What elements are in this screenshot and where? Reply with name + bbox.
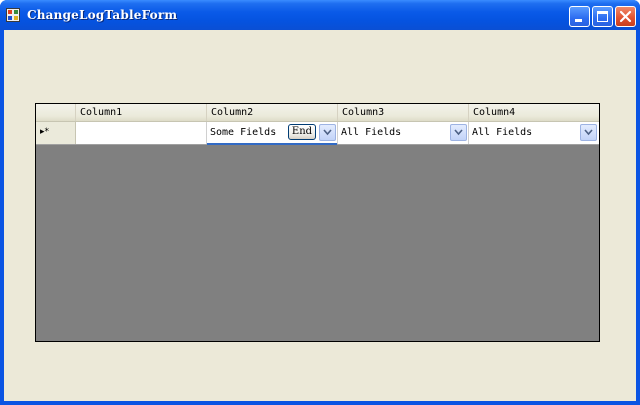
column3-dropdown-button[interactable]: [450, 124, 467, 141]
minimize-button[interactable]: [569, 6, 590, 27]
app-window: ChangeLogTableForm Column1 Column2 Colum…: [0, 0, 640, 405]
form-client-area: Column1 Column2 Column3 Column4 ▸* Some …: [4, 30, 636, 401]
maximize-button[interactable]: [592, 6, 613, 27]
column-header-3[interactable]: Column3: [338, 104, 469, 121]
grid-corner-header[interactable]: [36, 104, 76, 121]
column4-combo-value[interactable]: All Fields: [472, 127, 532, 138]
chevron-down-icon: [323, 129, 332, 136]
close-button[interactable]: [615, 6, 636, 27]
column4-dropdown-button[interactable]: [580, 124, 597, 141]
chevron-down-icon: [454, 129, 463, 136]
app-icon: [6, 8, 20, 22]
window-title: ChangeLogTableForm: [27, 8, 178, 22]
chevron-down-icon: [584, 129, 593, 136]
new-row[interactable]: ▸* Some Fields End All Fields All Fields: [36, 122, 599, 145]
column-header-1[interactable]: Column1: [76, 104, 207, 121]
column-header-2[interactable]: Column2: [207, 104, 338, 121]
minimize-icon: [575, 19, 582, 22]
cell-column4[interactable]: All Fields: [469, 122, 599, 144]
maximize-icon: [597, 11, 608, 22]
grid-header-row: Column1 Column2 Column3 Column4: [36, 104, 599, 122]
column2-dropdown-button[interactable]: [319, 124, 336, 141]
end-button[interactable]: End: [288, 124, 316, 140]
cell-column1[interactable]: [76, 122, 207, 144]
column-header-4[interactable]: Column4: [469, 104, 599, 121]
column3-combo-value[interactable]: All Fields: [341, 127, 401, 138]
cell-column3[interactable]: All Fields: [338, 122, 469, 144]
close-icon: [619, 10, 632, 23]
column2-combo-value[interactable]: Some Fields: [210, 127, 276, 138]
row-header-new[interactable]: ▸*: [36, 122, 76, 144]
title-bar[interactable]: ChangeLogTableForm: [0, 0, 640, 30]
cell-column2[interactable]: Some Fields End: [207, 122, 338, 145]
active-cell-indicator: [207, 143, 337, 145]
data-grid[interactable]: Column1 Column2 Column3 Column4 ▸* Some …: [35, 103, 600, 342]
